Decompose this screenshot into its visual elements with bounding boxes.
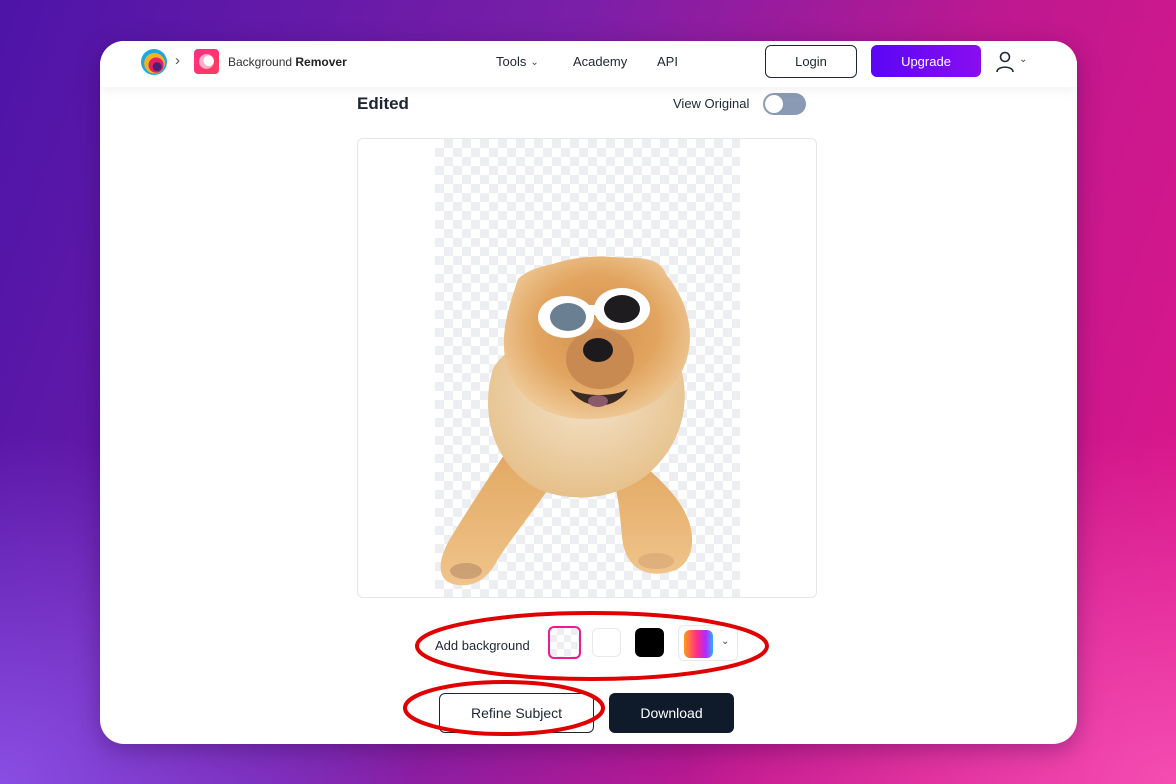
app-window: › Background Remover Tools ⌄ Academy API … xyxy=(100,41,1077,744)
swatch-white[interactable] xyxy=(592,628,621,657)
nav-tools[interactable]: Tools ⌄ xyxy=(496,54,539,69)
top-navbar: › Background Remover Tools ⌄ Academy API … xyxy=(100,41,1077,87)
app-name-bold: Remover xyxy=(295,55,347,69)
swatch-black[interactable] xyxy=(635,628,664,657)
image-preview xyxy=(357,138,817,598)
edited-title: Edited xyxy=(357,94,409,113)
brand-logo-icon[interactable] xyxy=(141,49,167,75)
chevron-down-icon[interactable]: ⌄ xyxy=(721,636,729,647)
nav-tools-label: Tools xyxy=(496,54,527,69)
app-name[interactable]: Background Remover xyxy=(228,55,347,69)
user-icon[interactable] xyxy=(995,51,1015,73)
toggle-knob xyxy=(765,95,783,113)
swatch-gradient[interactable] xyxy=(684,630,713,658)
refine-subject-button[interactable]: Refine Subject xyxy=(439,693,594,733)
download-button[interactable]: Download xyxy=(609,693,734,733)
swatch-gradient-dropdown[interactable]: ⌄ xyxy=(678,625,738,661)
background-remover-app-icon[interactable] xyxy=(194,49,219,74)
view-original-label: View Original xyxy=(673,96,750,111)
chevron-down-icon: ⌄ xyxy=(530,57,539,68)
nav-api[interactable]: API xyxy=(657,54,678,69)
login-button[interactable]: Login xyxy=(765,45,857,78)
swatch-transparent[interactable] xyxy=(548,626,581,659)
chevron-down-icon[interactable]: ⌄ xyxy=(1019,54,1027,65)
add-background-row: Add background ⌄ xyxy=(100,625,1077,666)
subject-image xyxy=(440,256,693,586)
app-name-regular: Background xyxy=(228,55,293,69)
view-original-toggle[interactable] xyxy=(763,93,806,115)
breadcrumb-separator: › xyxy=(175,52,180,69)
add-background-label: Add background xyxy=(435,638,530,653)
nav-academy[interactable]: Academy xyxy=(573,54,627,69)
upgrade-button[interactable]: Upgrade xyxy=(871,45,981,77)
